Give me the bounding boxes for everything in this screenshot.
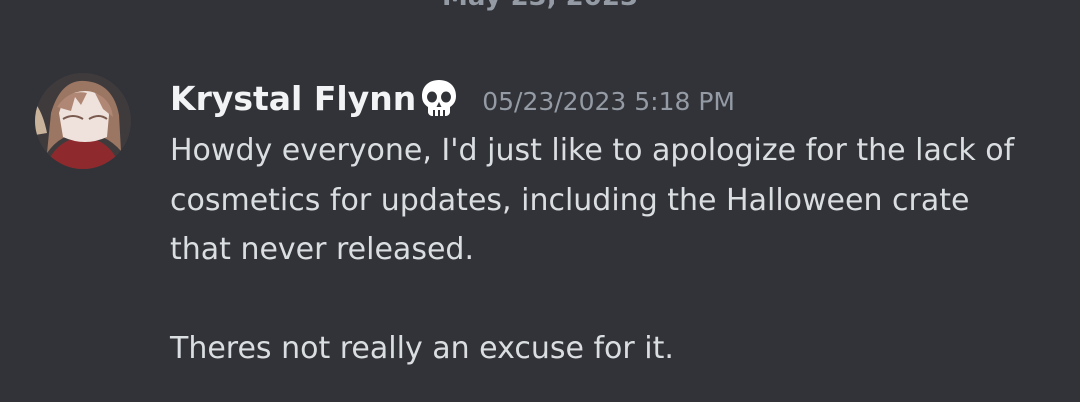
username[interactable]: Krystal Flynn	[170, 79, 416, 118]
avatar-image	[35, 73, 131, 169]
timestamp[interactable]: 05/23/2023 5:18 PM	[482, 87, 735, 116]
skull-icon	[420, 78, 458, 118]
message-line: Theres not really an excuse for it.	[170, 331, 674, 366]
message-line: cosmetics for updates, including the Hal…	[170, 182, 970, 218]
message-line: Howdy everyone, I'd just like to apologi…	[170, 133, 1015, 168]
date-divider: May 23, 2023	[0, 0, 1080, 10]
chat-view: May 23, 2023 Krystal Flynn	[0, 0, 1080, 402]
message-body: Howdy everyone, I'd just like to apologi…	[170, 126, 1060, 374]
message-line: that never released.	[170, 232, 474, 267]
message-content: Krystal Flynn 05/23/2023 5:18 PM Howdy e…	[170, 70, 1060, 374]
message-header: Krystal Flynn 05/23/2023 5:18 PM	[170, 70, 1060, 126]
avatar[interactable]	[35, 73, 131, 169]
